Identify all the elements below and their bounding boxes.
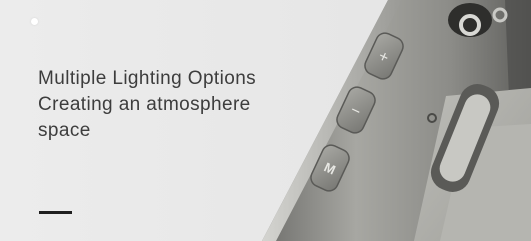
headline-line-2: Creating an atmosphere bbox=[38, 94, 251, 115]
headline-line-1: Multiple Lighting Options bbox=[38, 68, 257, 89]
headline: Multiple Lighting Options Creating an at… bbox=[38, 66, 318, 144]
indicator-dot bbox=[31, 18, 38, 25]
top-port bbox=[448, 3, 492, 37]
product-feature-banner: + − M Multiple Lighting Options Creating… bbox=[0, 0, 531, 241]
headline-line-3: space bbox=[38, 120, 91, 141]
accent-dash bbox=[39, 211, 72, 214]
